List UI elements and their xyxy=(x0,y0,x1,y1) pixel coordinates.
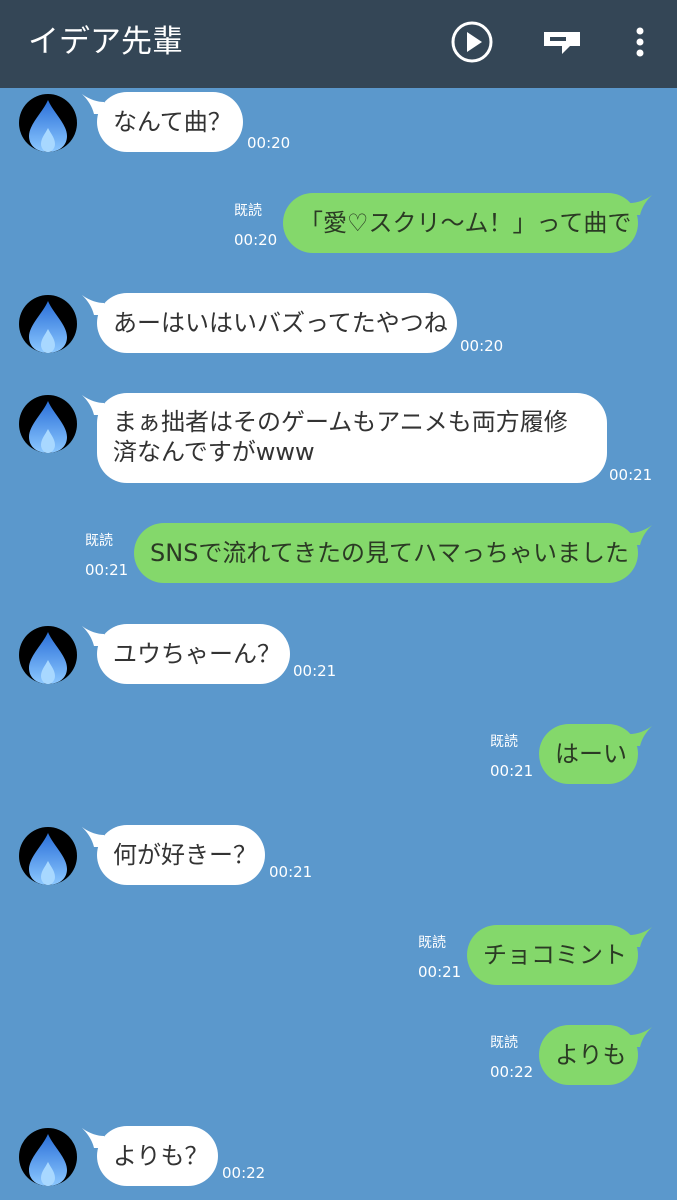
message-bubble-incoming[interactable]: よりも？ xyxy=(97,1126,218,1186)
message-time: 00:20 xyxy=(234,231,278,249)
message-time: 00:21 xyxy=(490,762,534,780)
message-bubble-outgoing[interactable]: はーい xyxy=(539,724,638,784)
message-time: 00:21 xyxy=(269,863,313,881)
message-bubble-incoming[interactable]: なんて曲？ xyxy=(97,92,243,152)
message-bubble-outgoing[interactable]: SNSで流れてきたの見てハマっちゃいました xyxy=(134,523,638,583)
avatar[interactable] xyxy=(19,1128,77,1186)
chat-messages[interactable]: なんて曲？ 00:20 既読 00:20 「愛♡スクリ〜ム！」って曲で あーはい… xyxy=(0,88,677,1200)
message-time: 00:21 xyxy=(418,963,462,981)
avatar[interactable] xyxy=(19,395,77,453)
message-time: 00:21 xyxy=(85,561,129,579)
flame-icon xyxy=(29,100,67,152)
message-time: 00:21 xyxy=(609,466,653,484)
flame-icon xyxy=(29,301,67,353)
avatar[interactable] xyxy=(19,94,77,152)
avatar[interactable] xyxy=(19,295,77,353)
read-receipt: 既読 xyxy=(490,1035,518,1051)
message-time: 00:22 xyxy=(222,1164,266,1182)
message-time: 00:20 xyxy=(460,337,504,355)
message-time: 00:21 xyxy=(293,662,337,680)
read-receipt: 既読 xyxy=(85,533,113,549)
message-bubble-outgoing[interactable]: 「愛♡スクリ〜ム！」って曲で xyxy=(283,193,638,253)
chat-header: イデア先輩 xyxy=(0,0,677,88)
read-receipt: 既読 xyxy=(418,935,446,951)
read-receipt: 既読 xyxy=(234,203,262,219)
message-bubble-incoming[interactable]: まぁ拙者はそのゲームもアニメも両方履修済なんですがwww xyxy=(97,393,607,483)
play-button[interactable] xyxy=(448,18,496,66)
flame-icon xyxy=(29,1134,67,1186)
more-options-button[interactable] xyxy=(616,18,664,66)
more-vert-icon xyxy=(636,27,644,57)
avatar[interactable] xyxy=(19,827,77,885)
play-circle-icon xyxy=(451,21,493,63)
avatar[interactable] xyxy=(19,626,77,684)
flame-icon xyxy=(29,401,67,453)
note-icon xyxy=(544,32,580,54)
flame-icon xyxy=(29,833,67,885)
read-receipt: 既読 xyxy=(490,734,518,750)
message-bubble-outgoing[interactable]: よりも xyxy=(539,1025,638,1085)
message-time: 00:22 xyxy=(490,1063,534,1081)
message-bubble-incoming[interactable]: あーはいはいバズってたやつね xyxy=(97,293,457,353)
message-bubble-incoming[interactable]: ユウちゃーん？ xyxy=(97,624,290,684)
message-bubble-outgoing[interactable]: チョコミント xyxy=(467,925,638,985)
chat-title: イデア先輩 xyxy=(28,24,183,60)
message-bubble-incoming[interactable]: 何が好きー？ xyxy=(97,825,265,885)
note-button[interactable] xyxy=(538,18,586,66)
message-time: 00:20 xyxy=(247,134,291,152)
flame-icon xyxy=(29,632,67,684)
